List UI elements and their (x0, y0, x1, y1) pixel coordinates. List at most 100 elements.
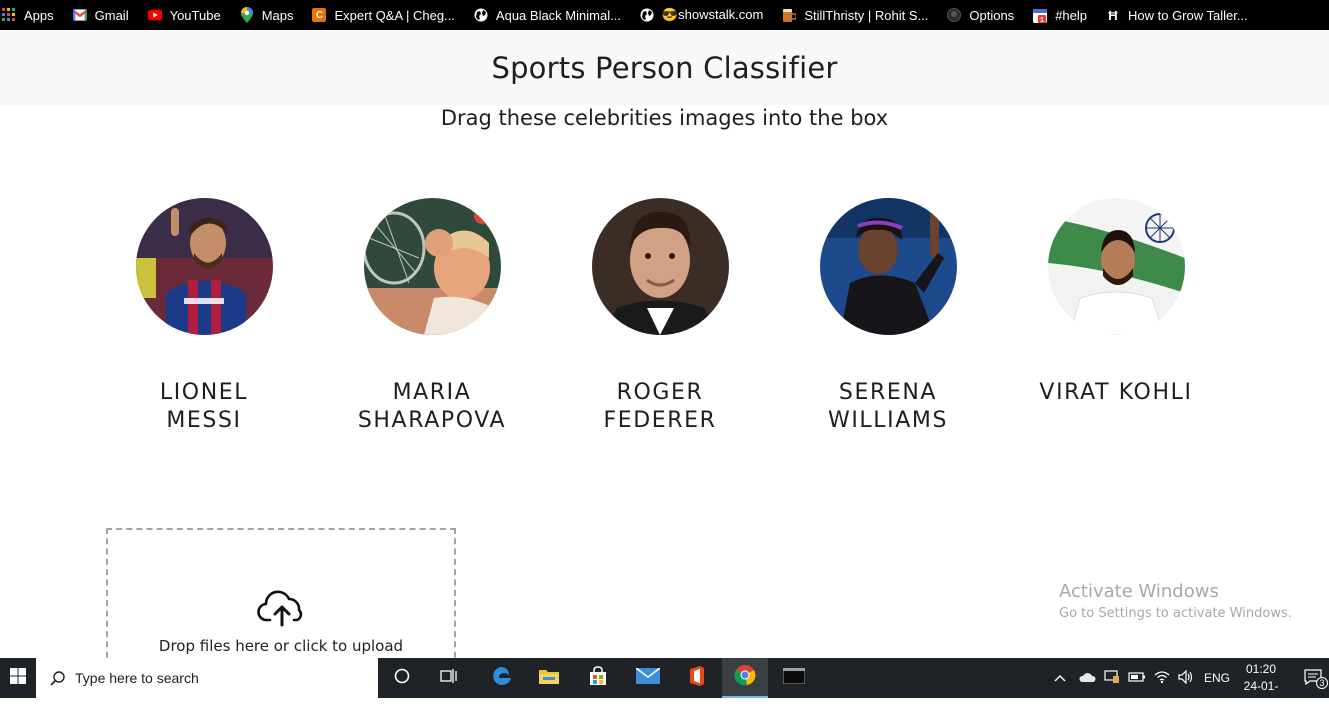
search-placeholder: Type here to search (75, 670, 199, 686)
file-dropzone[interactable]: Drop files here or click to upload (106, 528, 456, 668)
bookmark-label: Aqua Black Minimal... (495, 7, 621, 23)
action-center-button[interactable]: 3 (1304, 658, 1328, 698)
bookmark-label: StillThristy | Rohit S... (804, 7, 929, 23)
h-icon: Ħ (1108, 7, 1118, 23)
clock-time: 01:20 (1245, 662, 1277, 676)
terminal-app[interactable] (771, 658, 817, 698)
bookmark-chegg[interactable]: C Expert Q&A | Cheg... (312, 0, 455, 30)
bookmark-options[interactable]: Options (947, 0, 1014, 30)
page-title: Sports Person Classifier (491, 50, 838, 85)
maps-pin-icon (240, 7, 254, 23)
watermark-subtitle: Go to Settings to activate Windows. (1059, 606, 1292, 621)
office-app[interactable] (674, 658, 720, 698)
cortana-icon (394, 668, 410, 688)
mail-app[interactable] (625, 658, 671, 698)
edge-icon (491, 665, 513, 691)
clock-date: 24-01-2021 (1243, 679, 1279, 710)
bookmark-maps[interactable]: Maps (240, 0, 294, 30)
cortana-button[interactable] (379, 658, 425, 698)
name-line: SERENA (838, 380, 938, 405)
github-icon (947, 8, 962, 22)
chrome-app[interactable] (722, 658, 768, 698)
svg-text:1: 1 (1040, 17, 1044, 23)
name-line: FEDERER (603, 408, 717, 433)
bookmark-label: Options (969, 7, 1015, 23)
bookmark-aqua-black[interactable]: Aqua Black Minimal... (474, 0, 621, 30)
gmail-icon (72, 8, 87, 22)
windows-taskbar: Type here to search ENG 01:20 24-01-2021… (0, 658, 1329, 710)
search-icon (50, 670, 65, 686)
page-subtitle: Drag these celebrities images into the b… (440, 106, 889, 130)
bookmark-stillthristy[interactable]: StillThristy | Rohit S... (782, 0, 928, 30)
battery-icon[interactable] (1128, 671, 1146, 685)
mug-icon (782, 8, 797, 22)
bookmark-gmail[interactable]: Gmail (72, 0, 129, 30)
taskbar-clock[interactable]: 01:20 24-01-2021 (1232, 661, 1290, 712)
wifi-icon[interactable] (1154, 670, 1170, 687)
globe-icon (640, 8, 654, 22)
globe-icon (474, 8, 488, 22)
notification-badge: 3 (1316, 677, 1328, 689)
bookmark-label: Gmail (94, 7, 129, 23)
name-line: LIONEL (159, 380, 249, 405)
bookmark-showstalk[interactable]: 😎showstalk.com (640, 0, 763, 30)
name-line: MESSI (166, 408, 242, 433)
volume-icon[interactable] (1178, 669, 1194, 687)
apps-grid-icon (2, 8, 16, 22)
celebrity-photo[interactable] (819, 198, 957, 335)
celebrity-name: SERENA WILLIAMS (788, 379, 988, 435)
bookmark-label: Apps (24, 7, 54, 23)
cloud-upload-icon (257, 590, 307, 628)
celebrity-card-federer[interactable]: ROGER FEDERER (560, 198, 760, 435)
bookmark-label: Expert Q&A | Cheg... (334, 7, 455, 23)
activate-windows-watermark: Activate Windows Go to Settings to activ… (1059, 581, 1292, 621)
bookmark-label: Maps (261, 7, 294, 23)
terminal-icon (782, 667, 806, 688)
bookmark-label: How to Grow Taller... (1128, 7, 1248, 23)
onedrive-cloud-icon[interactable] (1078, 671, 1096, 686)
task-view-icon (440, 668, 458, 688)
celebrity-photo[interactable] (1047, 198, 1185, 335)
celebrity-card-messi[interactable]: LIONEL MESSI (104, 198, 304, 435)
celebrity-card-sharapova[interactable]: MARIA SHARAPOVA (332, 198, 532, 435)
name-line: ROGER (616, 380, 704, 405)
calendar-icon: 1 (1033, 8, 1048, 23)
bookmarks-bar: Apps Gmail YouTube Maps C Expert Q&A | C… (0, 0, 1329, 30)
celebrity-name: LIONEL MESSI (104, 379, 304, 435)
mail-icon (635, 667, 661, 688)
show-hidden-icons-chevron-icon[interactable] (1054, 671, 1066, 685)
celebrity-name: VIRAT KOHLI (1016, 379, 1216, 407)
bookmark-grow-taller[interactable]: Ħ How to Grow Taller... (1106, 0, 1248, 30)
microsoft-store-app[interactable] (575, 658, 621, 698)
file-explorer-icon (538, 667, 560, 689)
edge-app[interactable] (479, 658, 525, 698)
bookmark-apps[interactable]: Apps (2, 0, 54, 30)
celebrity-photo[interactable] (135, 198, 273, 335)
start-button[interactable] (0, 658, 36, 698)
bookmark-youtube[interactable]: YouTube (147, 0, 221, 30)
security-monitor-icon[interactable] (1104, 669, 1120, 687)
youtube-icon (147, 8, 162, 22)
notification-icon: 3 (1304, 669, 1328, 689)
chegg-icon: C (312, 8, 327, 22)
name-line: SHARAPOVA (357, 408, 507, 433)
windows-logo-icon (10, 668, 26, 688)
celebrity-name: MARIA SHARAPOVA (332, 379, 532, 435)
dropzone-label: Drop files here or click to upload (158, 637, 404, 655)
watermark-title: Activate Windows (1059, 581, 1219, 602)
celebrity-name: ROGER FEDERER (560, 379, 760, 435)
language-indicator[interactable]: ENG (1204, 671, 1230, 685)
bookmark-help[interactable]: 1 #help (1033, 0, 1087, 30)
celebrity-photo[interactable] (591, 198, 729, 335)
file-explorer-app[interactable] (526, 658, 572, 698)
name-line: WILLIAMS (827, 408, 949, 433)
chrome-icon (734, 664, 756, 690)
taskbar-search-box[interactable]: Type here to search (36, 658, 378, 698)
celebrity-card-kohli[interactable]: VIRAT KOHLI (1016, 198, 1216, 407)
office-icon (688, 665, 706, 691)
page-header: Sports Person Classifier (0, 30, 1329, 105)
celebrity-photo[interactable] (363, 198, 501, 335)
bookmark-label: YouTube (169, 7, 221, 23)
celebrity-card-serena[interactable]: SERENA WILLIAMS (788, 198, 988, 435)
task-view-button[interactable] (426, 658, 472, 698)
